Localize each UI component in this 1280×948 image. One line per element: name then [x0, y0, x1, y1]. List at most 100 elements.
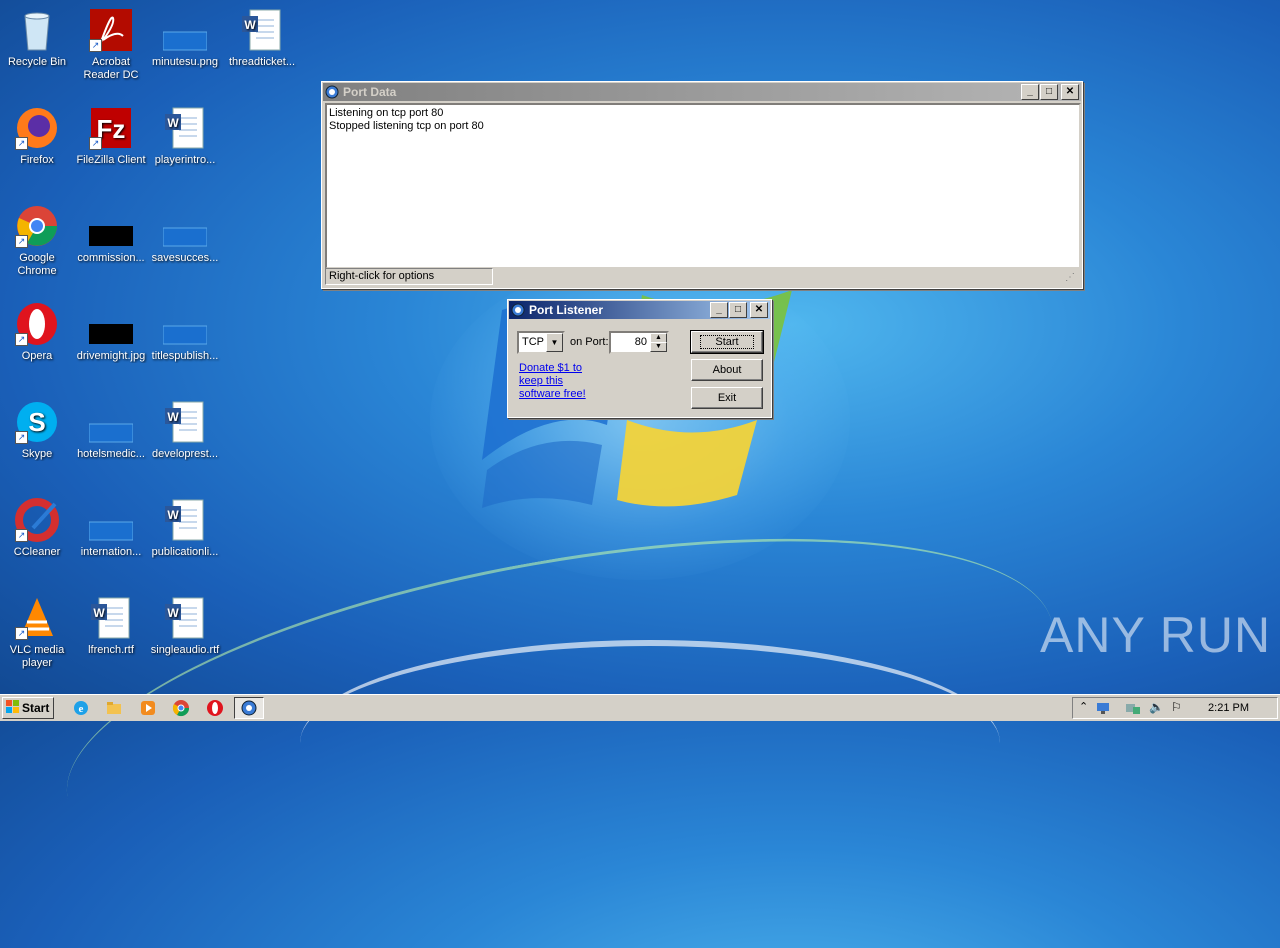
opera-icon: ↗ — [15, 302, 59, 346]
desktop-icon-publicationli[interactable]: W publicationli... — [148, 494, 222, 559]
desktop-icon-skype[interactable]: S ↗ Skype — [0, 396, 74, 461]
start-button[interactable]: Start — [690, 330, 764, 354]
word-doc-icon: W — [163, 596, 207, 640]
desktop-icon-internation[interactable]: internation... — [74, 494, 148, 559]
maximize-button[interactable]: □ — [1040, 84, 1058, 100]
word-doc-icon: W — [163, 106, 207, 150]
taskbar: Start e ⌃ 🔈 ⚐ 2:21 PM — [0, 694, 1280, 721]
volume-icon[interactable]: 🔈 — [1149, 700, 1164, 714]
desktop-icon-drivemight[interactable]: drivemight.jpg — [74, 298, 148, 363]
desktop-icon-vlc[interactable]: ↗ VLC media player — [0, 592, 74, 670]
log-line: Stopped listening tcp on port 80 — [329, 120, 484, 132]
clock[interactable]: 2:21 PM — [1208, 698, 1249, 718]
desktop: { "desktop": { "icons": [ {"label": "Rec… — [0, 0, 1280, 948]
svg-text:W: W — [167, 410, 179, 424]
desktop-icon-acrobat[interactable]: ↗ Acrobat Reader DC — [74, 4, 148, 82]
desktop-icon-ccleaner[interactable]: ↗ CCleaner — [0, 494, 74, 559]
chrome-icon[interactable] — [172, 699, 190, 717]
port-data-window: Port Data _ □ ✕ Listening on tcp port 80… — [321, 81, 1083, 289]
window-title: Port Data — [343, 85, 397, 99]
desktop-icon-savesucces[interactable]: savesucces... — [148, 200, 222, 265]
about-button[interactable]: About — [691, 359, 763, 381]
firefox-icon: ↗ — [15, 106, 59, 150]
shortcut-arrow-icon: ↗ — [15, 333, 28, 346]
close-button[interactable]: ✕ — [750, 302, 768, 318]
image-file-icon — [89, 204, 133, 248]
spin-down-icon[interactable]: ▼ — [650, 342, 667, 352]
internet-explorer-icon[interactable]: e — [72, 699, 90, 717]
port-app-icon — [241, 700, 257, 716]
port-data-log[interactable]: Listening on tcp port 80 Stopped listeni… — [325, 103, 1081, 269]
port-data-titlebar[interactable]: Port Data _ □ ✕ — [323, 83, 1081, 101]
shortcut-arrow-icon: ↗ — [89, 137, 102, 150]
resize-grip-icon[interactable]: ⋰ — [1065, 272, 1077, 284]
start-button-taskbar[interactable]: Start — [2, 697, 54, 719]
port-app-icon — [325, 85, 339, 99]
desktop-icon-commission[interactable]: commission... — [74, 200, 148, 265]
desktop-icon-threadticket[interactable]: W threadticket... — [222, 4, 302, 69]
minimize-button[interactable]: _ — [1021, 84, 1039, 100]
network-icon[interactable] — [1095, 700, 1111, 716]
svg-text:W: W — [167, 508, 179, 522]
svg-text:W: W — [244, 18, 256, 32]
explorer-folder-icon[interactable] — [105, 699, 123, 717]
taskbar-item-port-listener[interactable] — [234, 697, 264, 719]
window-title: Port Listener — [529, 303, 604, 317]
chevron-down-icon[interactable]: ▼ — [546, 333, 563, 352]
svg-text:W: W — [167, 116, 179, 130]
minimize-button[interactable]: _ — [710, 302, 728, 318]
on-port-label: on Port: — [570, 336, 609, 348]
port-number-stepper[interactable]: 80 ▲ ▼ — [609, 331, 669, 354]
port-app-icon — [511, 303, 525, 317]
desktop-icon-minutesu[interactable]: minutesu.png — [148, 4, 222, 69]
image-file-icon — [162, 8, 208, 52]
word-doc-icon: W — [89, 596, 133, 640]
show-hidden-icons-icon[interactable]: ⌃ — [1079, 700, 1088, 713]
desktop-icon-opera[interactable]: ↗ Opera — [0, 298, 74, 363]
donate-link[interactable]: Donate $1 to keep this software free! — [519, 362, 586, 401]
desktop-icon-singleaudio[interactable]: W singleaudio.rtf — [148, 592, 222, 657]
wallpaper-arc — [300, 640, 1000, 846]
shortcut-arrow-icon: ↗ — [15, 627, 28, 640]
devices-icon[interactable] — [1125, 700, 1141, 716]
image-file-icon — [89, 302, 133, 346]
port-listener-window: Port Listener _ □ ✕ TCP ▼ on Port: 80 ▲ … — [507, 299, 772, 418]
desktop-icon-recycle-bin[interactable]: Recycle Bin — [0, 4, 74, 69]
opera-icon[interactable] — [206, 699, 224, 717]
system-tray: ⌃ 🔈 ⚐ 2:21 PM — [1072, 697, 1278, 719]
shortcut-arrow-icon: ↗ — [15, 235, 28, 248]
acrobat-icon: ↗ — [89, 8, 133, 52]
protocol-select[interactable]: TCP ▼ — [517, 331, 565, 354]
word-doc-icon: W — [163, 400, 207, 444]
skype-icon: S ↗ — [15, 400, 59, 444]
action-center-flag-icon[interactable]: ⚐ — [1171, 700, 1182, 714]
log-line: Listening on tcp port 80 — [329, 107, 444, 119]
word-doc-icon: W — [163, 498, 207, 542]
vlc-icon: ↗ — [15, 596, 59, 640]
close-button[interactable]: ✕ — [1061, 84, 1079, 100]
exit-button[interactable]: Exit — [691, 387, 763, 409]
desktop-icon-firefox[interactable]: ↗ Firefox — [0, 102, 74, 167]
chrome-icon: ↗ — [15, 204, 59, 248]
desktop-icon-playerintro[interactable]: W playerintro... — [148, 102, 222, 167]
port-listener-titlebar[interactable]: Port Listener _ □ ✕ — [509, 301, 770, 319]
shortcut-arrow-icon: ↗ — [15, 529, 28, 542]
image-file-icon — [162, 302, 208, 346]
media-player-icon[interactable] — [139, 699, 157, 717]
word-doc-icon: W — [240, 8, 284, 52]
desktop-icon-hotelsmedic[interactable]: hotelsmedic... — [74, 396, 148, 461]
shortcut-arrow-icon: ↗ — [15, 137, 28, 150]
desktop-icon-chrome[interactable]: ↗ Google Chrome — [0, 200, 74, 278]
desktop-icon-filezilla[interactable]: Fz ↗ FileZilla Client — [74, 102, 148, 167]
maximize-button[interactable]: □ — [729, 302, 747, 318]
svg-text:W: W — [93, 606, 105, 620]
desktop-icon-titlespublish[interactable]: titlespublish... — [148, 298, 222, 363]
status-bar: Right-click for options ⋰ — [323, 268, 1079, 285]
image-file-icon — [162, 204, 208, 248]
svg-text:e: e — [79, 703, 84, 715]
desktop-icon-developrest[interactable]: W developrest... — [148, 396, 222, 461]
windows-flag-icon — [6, 700, 19, 713]
svg-text:S: S — [28, 407, 45, 437]
desktop-icon-lfrench[interactable]: W lfrench.rtf — [74, 592, 148, 657]
image-file-icon — [88, 498, 134, 542]
